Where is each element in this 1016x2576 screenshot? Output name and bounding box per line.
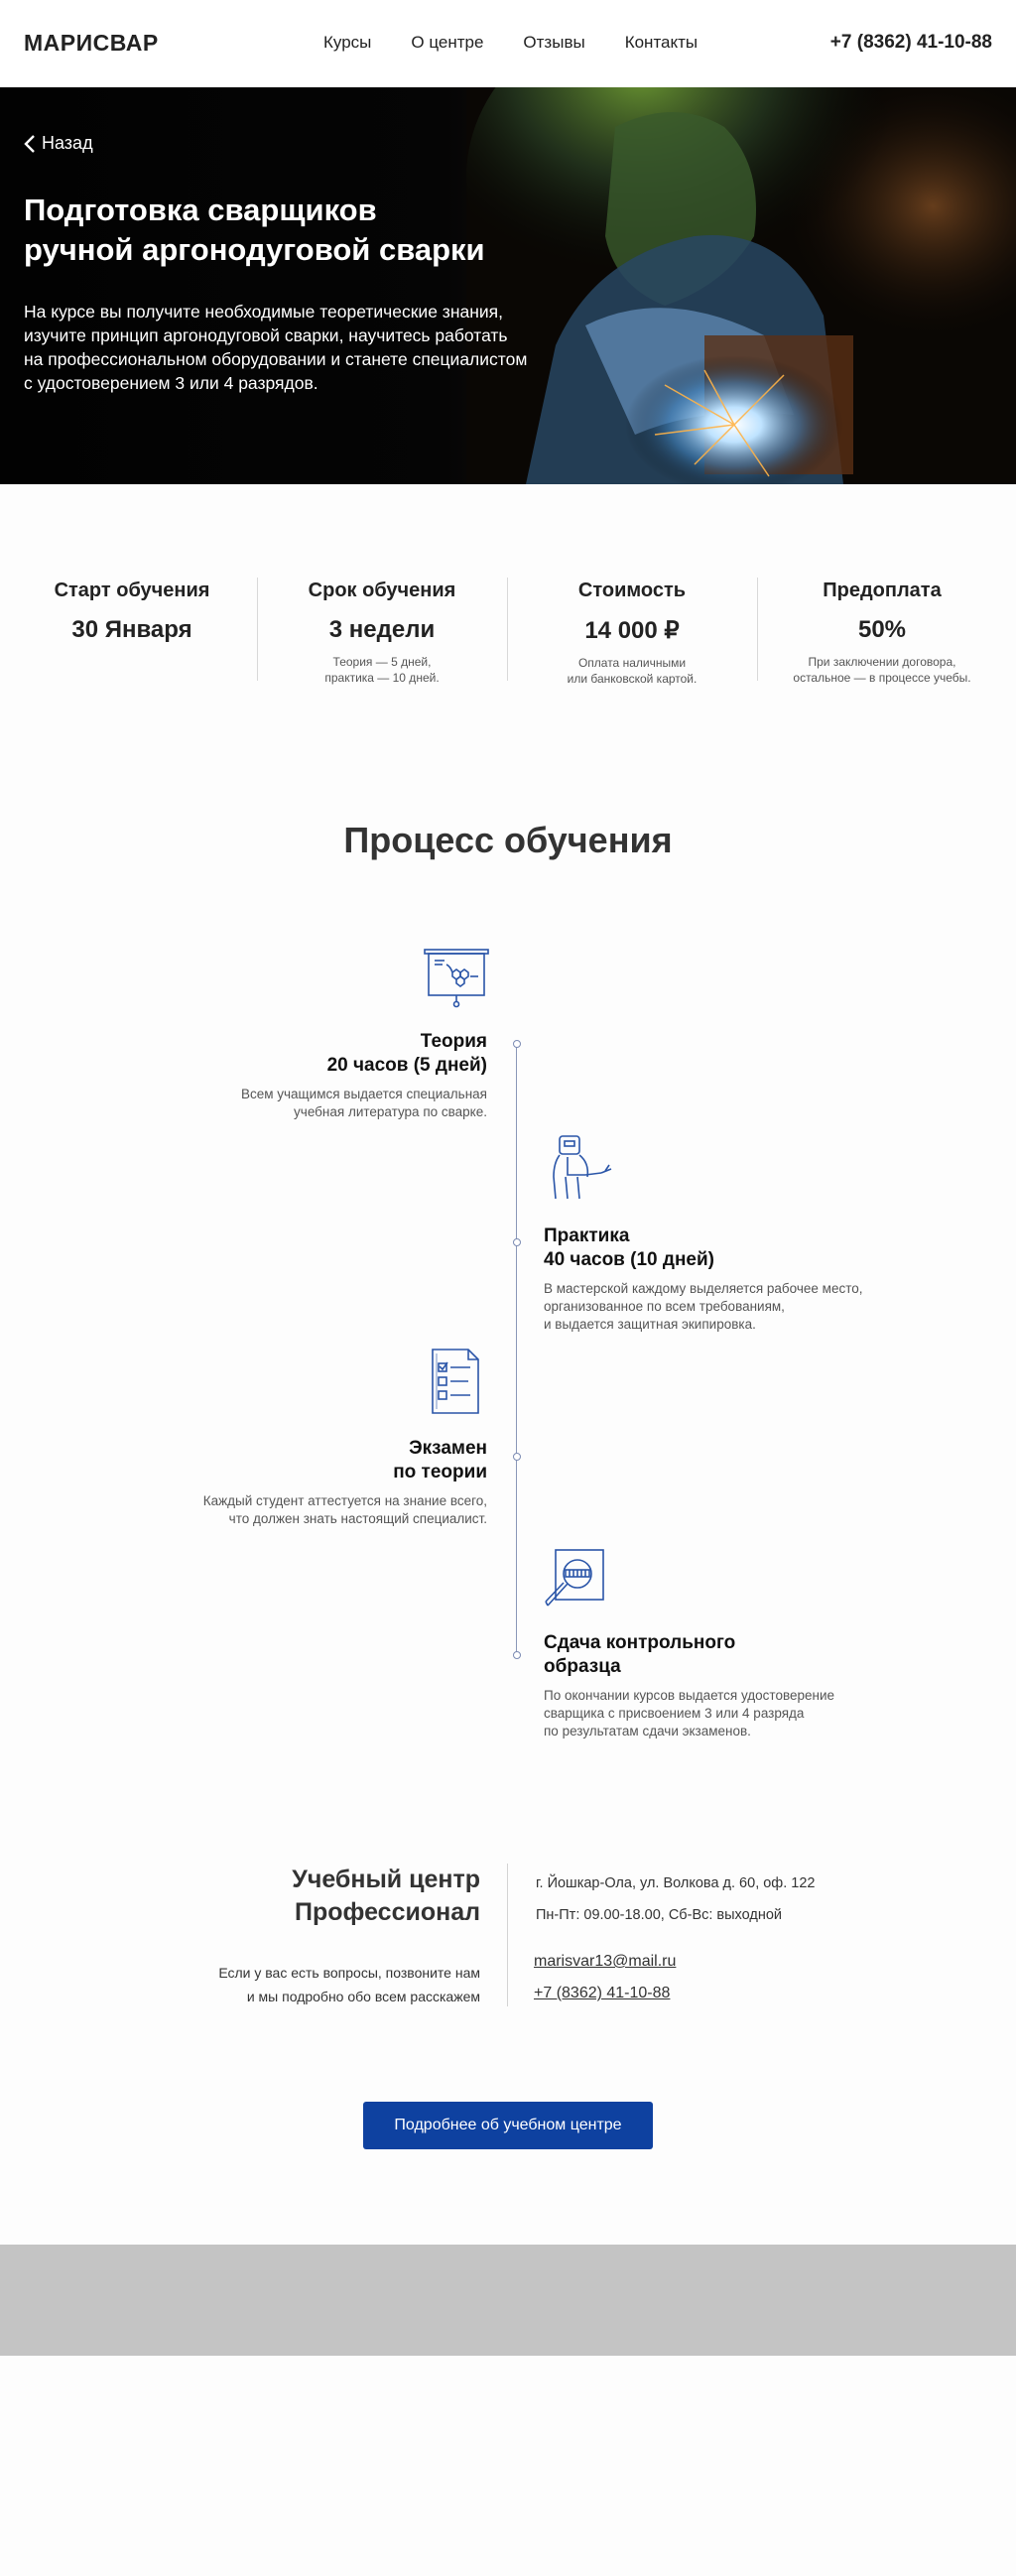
step-practice-title: Практика 40 часов (10 дней) xyxy=(544,1225,714,1270)
logo[interactable]: МАРИСВАР xyxy=(24,30,159,57)
address: г. Йошкар-Ола, ул. Волкова д. 60, оф. 12… xyxy=(536,1875,816,1891)
back-label: Назад xyxy=(42,133,93,153)
timeline-line xyxy=(516,1044,517,1655)
chevron-left-icon xyxy=(24,134,35,153)
nav-about[interactable]: О центре xyxy=(411,33,483,53)
welder-icon xyxy=(553,1135,612,1200)
timeline-dot xyxy=(513,1238,521,1246)
fact-price: Стоимость 14 000 ₽ Оплата наличными или б… xyxy=(567,580,698,686)
step-theory-desc: Всем учащимся выдается специальная учебна… xyxy=(240,1087,487,1119)
hero: Назад Подготовка сварщиков ручной аргоно… xyxy=(0,87,1016,484)
presentation-board-icon xyxy=(424,949,489,1008)
footer xyxy=(0,2245,1016,2356)
contacts-divider xyxy=(507,1864,508,2006)
center-name: Учебный центр Профессионал xyxy=(292,1866,480,1926)
fact-prepayment: Предоплата 50% При заключении договора, о… xyxy=(793,580,971,685)
step-exam-desc: Каждый студент аттестуется на знание все… xyxy=(202,1493,487,1526)
nav-reviews[interactable]: Отзывы xyxy=(523,33,584,53)
about-center-button[interactable]: Подробнее об учебном центре xyxy=(363,2102,653,2149)
checklist-document-icon xyxy=(432,1349,479,1414)
page-title: Подготовка сварщиков ручной аргонодугово… xyxy=(24,193,485,267)
hero-description: На курсе вы получите необходимые теорети… xyxy=(24,302,528,393)
phone-link[interactable]: +7 (8362) 41-10-88 xyxy=(534,1985,670,2002)
step-sample-desc: По окончании курсов выдается удостоверен… xyxy=(544,1688,835,1739)
step-practice-desc: В мастерской каждому выделяется рабочее … xyxy=(544,1281,863,1332)
header-phone[interactable]: +7 (8362) 41-10-88 xyxy=(830,32,992,54)
timeline-dot xyxy=(513,1651,521,1659)
timeline-dot xyxy=(513,1453,521,1461)
step-exam-title: Экзамен по теории xyxy=(393,1438,487,1482)
email-link[interactable]: marisvar13@mail.ru xyxy=(534,1953,676,1971)
main-nav: Курсы О центре Отзывы Контакты xyxy=(323,33,737,53)
step-theory-title: Теория 20 часов (5 дней) xyxy=(326,1031,487,1076)
fact-duration: Срок обучения 3 недели Теория — 5 дней, п… xyxy=(308,580,456,685)
fact-start: Старт обучения 30 Января xyxy=(54,580,210,643)
welder-photo xyxy=(466,87,1016,484)
process-title: Процесс обучения xyxy=(343,820,673,860)
step-sample-title: Сдача контрольного образца xyxy=(544,1632,736,1677)
contacts-invite: Если у вас есть вопросы, позвоните нам и … xyxy=(218,1965,480,2004)
nav-contacts[interactable]: Контакты xyxy=(625,33,698,53)
weld-inspection-icon xyxy=(545,1549,604,1607)
site-header: МАРИСВАР Курсы О центре Отзывы Контакты … xyxy=(0,0,1016,87)
course-facts: Старт обучения 30 Января Срок обучения 3… xyxy=(0,576,1016,686)
working-hours: Пн-Пт: 09.00-18.00, Сб-Вс: выходной xyxy=(536,1907,783,1923)
timeline-dot xyxy=(513,1040,521,1048)
nav-courses[interactable]: Курсы xyxy=(323,33,371,53)
back-link[interactable]: Назад xyxy=(24,133,93,154)
